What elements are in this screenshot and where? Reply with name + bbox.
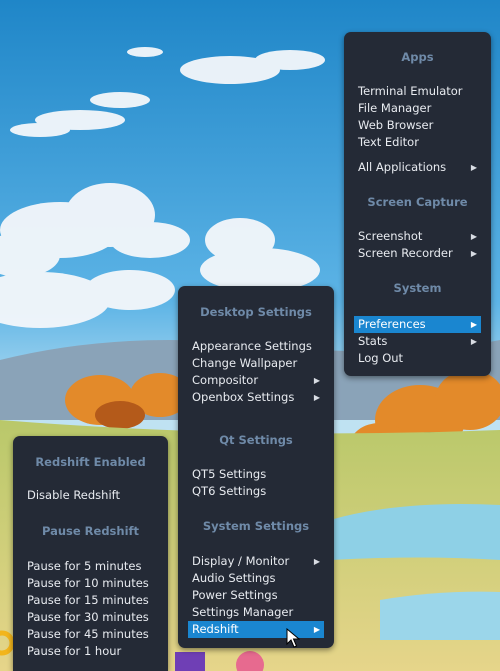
menu-item-pause-45-minutes[interactable]: Pause for 45 minutes xyxy=(23,626,158,643)
menu-item-log-out[interactable]: Log Out xyxy=(354,350,481,367)
menu-item-screenshot[interactable]: Screenshot ▶ xyxy=(354,228,481,245)
item-label: Screenshot xyxy=(358,229,423,243)
submenu-arrow-icon: ▶ xyxy=(470,249,477,258)
menu-item-pause-15-minutes[interactable]: Pause for 15 minutes xyxy=(23,592,158,609)
submenu-arrow-icon: ▶ xyxy=(470,163,477,172)
menu-item-settings-manager[interactable]: Settings Manager xyxy=(188,604,324,621)
item-label: Pause for 45 minutes xyxy=(27,627,149,641)
submenu-arrow-icon: ▶ xyxy=(313,376,320,385)
menu-item-display-monitor[interactable]: Display / Monitor ▶ xyxy=(188,553,324,570)
item-label: Pause for 15 minutes xyxy=(27,593,149,607)
menu-item-redshift[interactable]: Redshift ▶ xyxy=(188,621,324,638)
menu-item-compositor[interactable]: Compositor ▶ xyxy=(188,372,324,389)
item-label: QT5 Settings xyxy=(192,467,267,481)
item-label: Screen Recorder xyxy=(358,246,453,260)
header-redshift-enabled: Redshift Enabled xyxy=(35,455,146,469)
menu-item-pause-1-hour[interactable]: Pause for 1 hour xyxy=(23,643,158,660)
header-pause-redshift: Pause Redshift xyxy=(41,524,140,538)
item-label: Power Settings xyxy=(192,588,278,602)
item-label: Appearance Settings xyxy=(192,339,312,353)
menu-item-power-settings[interactable]: Power Settings xyxy=(188,587,324,604)
menu-item-preferences[interactable]: Preferences ▶ xyxy=(354,316,481,333)
menu-item-terminal-emulator[interactable]: Terminal Emulator xyxy=(354,83,481,100)
header-qt-settings: Qt Settings xyxy=(219,433,293,447)
item-label: Log Out xyxy=(358,351,404,365)
item-label: Terminal Emulator xyxy=(358,84,463,98)
item-label: Compositor xyxy=(192,373,259,387)
menu-item-disable-redshift[interactable]: Disable Redshift xyxy=(23,487,158,504)
item-label: QT6 Settings xyxy=(192,484,267,498)
menu-item-qt5-settings[interactable]: QT5 Settings xyxy=(188,466,324,483)
item-label: Text Editor xyxy=(358,135,419,149)
header-desktop-settings: Desktop Settings xyxy=(200,305,312,319)
item-label: Redshift xyxy=(192,622,239,636)
item-label: All Applications xyxy=(358,160,447,174)
menu-item-file-manager[interactable]: File Manager xyxy=(354,100,481,117)
menu-item-stats[interactable]: Stats ▶ xyxy=(354,333,481,350)
item-label: Pause for 1 hour xyxy=(27,644,122,658)
preferences-menu: Desktop Settings Appearance Settings Cha… xyxy=(178,286,334,648)
menu-item-screen-recorder[interactable]: Screen Recorder ▶ xyxy=(354,245,481,262)
item-label: Openbox Settings xyxy=(192,390,295,404)
header-system-settings: System Settings xyxy=(202,519,310,533)
item-label: Stats xyxy=(358,334,388,348)
menu-item-pause-30-minutes[interactable]: Pause for 30 minutes xyxy=(23,609,158,626)
header-apps: Apps xyxy=(401,50,434,64)
item-label: Settings Manager xyxy=(192,605,294,619)
item-label: Pause for 10 minutes xyxy=(27,576,149,590)
main-menu: Apps Terminal Emulator File Manager Web … xyxy=(344,32,491,376)
menu-item-qt6-settings[interactable]: QT6 Settings xyxy=(188,483,324,500)
item-label: Audio Settings xyxy=(192,571,276,585)
submenu-arrow-icon: ▶ xyxy=(313,393,320,402)
menu-item-audio-settings[interactable]: Audio Settings xyxy=(188,570,324,587)
menu-item-pause-10-minutes[interactable]: Pause for 10 minutes xyxy=(23,575,158,592)
menu-item-pause-5-minutes[interactable]: Pause for 5 minutes xyxy=(23,558,158,575)
menu-item-all-applications[interactable]: All Applications ▶ xyxy=(354,159,481,176)
submenu-arrow-icon: ▶ xyxy=(470,320,477,329)
menu-item-text-editor[interactable]: Text Editor xyxy=(354,134,481,151)
item-label: Pause for 5 minutes xyxy=(27,559,142,573)
submenu-arrow-icon: ▶ xyxy=(470,337,477,346)
menu-item-appearance-settings[interactable]: Appearance Settings xyxy=(188,338,324,355)
submenu-arrow-icon: ▶ xyxy=(470,232,477,241)
item-label: File Manager xyxy=(358,101,432,115)
item-label: Pause for 30 minutes xyxy=(27,610,149,624)
header-system: System xyxy=(393,281,442,295)
item-label: Disable Redshift xyxy=(27,488,120,502)
item-label: Preferences xyxy=(358,317,426,331)
item-label: Change Wallpaper xyxy=(192,356,298,370)
header-screen-capture: Screen Capture xyxy=(367,195,468,209)
mouse-pointer-icon xyxy=(286,628,300,648)
redshift-menu: Redshift Enabled Disable Redshift Pause … xyxy=(13,436,168,671)
submenu-arrow-icon: ▶ xyxy=(313,625,320,634)
item-label: Web Browser xyxy=(358,118,434,132)
menu-item-openbox-settings[interactable]: Openbox Settings ▶ xyxy=(188,389,324,406)
menu-item-web-browser[interactable]: Web Browser xyxy=(354,117,481,134)
submenu-arrow-icon: ▶ xyxy=(313,557,320,566)
item-label: Display / Monitor xyxy=(192,554,290,568)
menu-item-change-wallpaper[interactable]: Change Wallpaper xyxy=(188,355,324,372)
